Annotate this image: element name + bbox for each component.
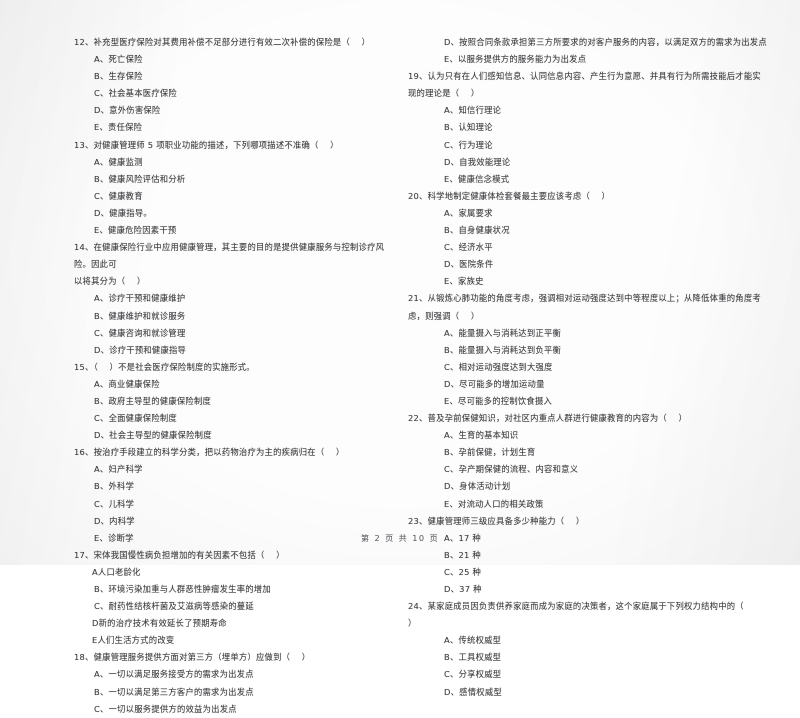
left-column: 12、补充型医疗保险对其费用补偿不足部分进行有效二次补偿的保险是（ ） A、死亡… xyxy=(0,34,400,714)
question-19-option-e: E、健康信念模式 xyxy=(444,173,510,184)
question-19: 19、认为只有在人们感知信息、认同信息内容、产生行为意愿、并具有行为所需技能后才… xyxy=(408,68,790,188)
question-21-option-a: A、能量摄入与消耗达到正平衡 xyxy=(444,327,562,338)
question-17-stem: 17、宋体我国慢性病负担增加的有关因素不包括（ ） xyxy=(74,549,285,560)
question-20: 20、科学地制定健康体检套餐最主要应该考虑（ ） A、家属要求 B、自身健康状况… xyxy=(408,188,790,291)
question-19-option-a: A、知信行理论 xyxy=(444,105,502,116)
question-24-option-c: C、分享权威型 xyxy=(444,669,502,680)
question-20-option-a: A、家属要求 xyxy=(444,207,493,218)
question-16-option-b: B、外科学 xyxy=(94,481,135,492)
question-12-option-e: E、责任保险 xyxy=(94,122,143,133)
question-18-option-a: A、一切以满足服务接受方的需求为出发点 xyxy=(94,669,254,680)
question-21-option-d: D、尽可能多的增加运动量 xyxy=(444,378,545,389)
question-18-continued: D、按照合同条款承担第三方所要求的对客户服务的内容，以满足双方的需求为出发点 E… xyxy=(408,34,790,68)
question-18-option-b: B、一切以满足第三方客户的需求为出发点 xyxy=(94,686,254,697)
question-14-option-b: B、健康维护和就诊服务 xyxy=(94,310,186,321)
question-24: 24、某家庭成员因负责供养家庭而成为家庭的决策者，这个家庭属于下列权力结构中的（… xyxy=(408,598,790,701)
question-19-option-d: D、自我效能理论 xyxy=(444,156,511,167)
question-15-option-c: C、全面健康保险制度 xyxy=(94,413,177,424)
question-17-option-c: C、耐药性结核杆菌及艾滋病等感染的蔓延 xyxy=(94,601,254,612)
question-12-option-d: D、意外伤害保险 xyxy=(94,105,161,116)
question-17-option-a: A人口老龄化 xyxy=(92,566,141,577)
question-16-option-a: A、妇产科学 xyxy=(94,464,143,475)
question-21-stem-line2: 虑，则强调（ ） xyxy=(408,310,480,321)
question-15: 15、（ ）不是社会医疗保险制度的实施形式。 A、商业健康保险 B、政府主导型的… xyxy=(74,359,392,444)
question-24-option-b: B、工具权威型 xyxy=(444,652,502,663)
question-14-stem-line2: 以将其分为（ ） xyxy=(74,276,146,287)
question-13: 13、对健康管理师 5 项职业功能的描述，下列哪项描述不准确（ ） A、健康监测… xyxy=(74,137,392,240)
question-14-option-d: D、诊疗干预和健康指导 xyxy=(94,344,187,355)
question-17-option-b: B、环境污染加重与人群恶性肿瘤发生率的增加 xyxy=(94,584,271,594)
question-16-option-d: D、内科学 xyxy=(94,515,135,526)
question-12-option-a: A、死亡保险 xyxy=(94,54,143,65)
question-19-option-c: C、行为理论 xyxy=(444,139,493,150)
question-15-option-d: D、社会主导型的健康保险制度 xyxy=(94,430,212,441)
page-footer: 第 2 页 共 10 页 xyxy=(360,533,440,543)
question-22-option-d: D、身体活动计划 xyxy=(444,481,511,492)
question-24-stem-line2: ） xyxy=(408,618,417,629)
question-12-option-b: B、生存保险 xyxy=(94,71,143,82)
question-18-option-d: D、按照合同条款承担第三方所要求的对客户服务的内容，以满足双方的需求为出发点 xyxy=(444,37,767,47)
question-13-option-c: C、健康教育 xyxy=(94,190,143,201)
question-15-stem: 15、（ ）不是社会医疗保险制度的实施形式。 xyxy=(74,361,255,372)
right-column: D、按照合同条款承担第三方所要求的对客户服务的内容，以满足双方的需求为出发点 E… xyxy=(400,34,800,697)
question-14-stem: 14、在健康保险行业中应用健康管理，其主要的目的是提供健康服务与控制诊疗风险。因… xyxy=(74,242,385,270)
question-20-option-c: C、经济水平 xyxy=(444,242,493,253)
question-23-option-c: C、25 种 xyxy=(444,566,482,577)
question-23-option-b: B、21 种 xyxy=(444,549,481,560)
question-20-option-b: B、自身健康状况 xyxy=(444,225,510,236)
question-13-option-d: D、健康指导。 xyxy=(94,207,152,218)
question-19-option-b: B、认知理论 xyxy=(444,122,493,133)
question-23-option-d: D、37 种 xyxy=(444,584,482,594)
question-21: 21、从锻炼心肺功能的角度考虑，强调相对运动强度达到中等程度以上；从降低体重的角… xyxy=(408,290,790,410)
question-21-option-b: B、能量摄入与消耗达到负平衡 xyxy=(444,344,562,355)
question-21-option-c: C、相对运动强度达到大强度 xyxy=(444,361,553,372)
question-22-option-c: C、孕产期保健的流程、内容和意义 xyxy=(444,464,579,475)
question-22-option-a: A、生育的基本知识 xyxy=(444,430,519,441)
question-17-option-d: D新的治疗技术有效延长了预期寿命 xyxy=(92,618,227,629)
question-22-option-b: B、孕前保健，计划生育 xyxy=(444,447,536,458)
question-18: 18、健康管理服务提供方面对第三方（埋单方）应做到（ ） A、一切以满足服务接受… xyxy=(74,649,392,717)
question-18-option-e: E、以服务提供方的服务能力为出发点 xyxy=(444,54,587,65)
question-15-option-a: A、商业健康保险 xyxy=(94,378,160,389)
question-13-option-e: E、健康危险因素干预 xyxy=(94,225,177,236)
question-20-stem: 20、科学地制定健康体检套餐最主要应该考虑（ ） xyxy=(408,190,611,201)
question-14-option-c: C、健康咨询和就诊管理 xyxy=(94,327,186,338)
question-12-option-c: C、社会基本医疗保险 xyxy=(94,88,177,99)
question-19-stem: 19、认为只有在人们感知信息、认同信息内容、产生行为意愿、并具有行为所需技能后才… xyxy=(408,71,761,82)
question-17-option-e: E人们生活方式的改变 xyxy=(92,635,175,646)
question-12-stem: 12、补充型医疗保险对其费用补偿不足部分进行有效二次补偿的保险是（ ） xyxy=(74,37,371,47)
question-21-option-e: E、尽可能多的控制饮食摄入 xyxy=(444,395,553,406)
question-22: 22、普及孕前保健知识，对社区内重点人群进行健康教育的内容为（ ） A、生育的基… xyxy=(408,410,790,513)
question-22-option-e: E、对流动人口的相关政策 xyxy=(444,498,544,509)
scanned-exam-page: 12、补充型医疗保险对其费用补偿不足部分进行有效二次补偿的保险是（ ） A、死亡… xyxy=(0,0,800,714)
question-24-option-a: A、传统权威型 xyxy=(444,635,502,646)
question-13-option-b: B、健康风险评估和分析 xyxy=(94,173,186,184)
question-14: 14、在健康保险行业中应用健康管理，其主要的目的是提供健康服务与控制诊疗风险。因… xyxy=(74,239,392,359)
question-16-stem: 16、按治疗手段建立的科学分类，把以药物治疗为主的疾病归在（ ） xyxy=(74,447,345,458)
question-18-option-c: C、一切以服务提供方的效益为出发点 xyxy=(94,703,237,714)
question-13-stem: 13、对健康管理师 5 项职业功能的描述，下列哪项描述不准确（ ） xyxy=(74,139,339,150)
question-21-stem: 21、从锻炼心肺功能的角度考虑，强调相对运动强度达到中等程度以上；从降低体重的角… xyxy=(408,293,761,304)
question-24-option-d: D、感情权威型 xyxy=(444,686,502,697)
question-24-stem: 24、某家庭成员因负责供养家庭而成为家庭的决策者，这个家庭属于下列权力结构中的（ xyxy=(408,601,744,612)
question-20-option-d: D、医院条件 xyxy=(444,259,494,270)
question-13-option-a: A、健康监测 xyxy=(94,156,143,167)
question-20-option-e: E、家族史 xyxy=(444,276,484,287)
question-14-option-a: A、诊疗干预和健康维护 xyxy=(94,293,186,304)
question-12: 12、补充型医疗保险对其费用补偿不足部分进行有效二次补偿的保险是（ ） A、死亡… xyxy=(74,34,392,137)
question-23: 23、健康管理师三级应具备多少种能力（ ） A、17 种 B、21 种 C、25… xyxy=(408,513,790,598)
question-18-stem: 18、健康管理服务提供方面对第三方（埋单方）应做到（ ） xyxy=(74,652,311,663)
question-16-option-c: C、儿科学 xyxy=(94,498,135,509)
question-23-stem: 23、健康管理师三级应具备多少种能力（ ） xyxy=(408,515,585,526)
question-15-option-b: B、政府主导型的健康保险制度 xyxy=(94,395,212,406)
question-22-stem: 22、普及孕前保健知识，对社区内重点人群进行健康教育的内容为（ ） xyxy=(408,413,688,424)
question-19-stem-line2: 现的理论是（ ） xyxy=(408,88,480,99)
question-17: 17、宋体我国慢性病负担增加的有关因素不包括（ ） A人口老龄化 B、环境污染加… xyxy=(74,547,392,650)
two-column-body: 12、补充型医疗保险对其费用补偿不足部分进行有效二次补偿的保险是（ ） A、死亡… xyxy=(0,34,800,714)
